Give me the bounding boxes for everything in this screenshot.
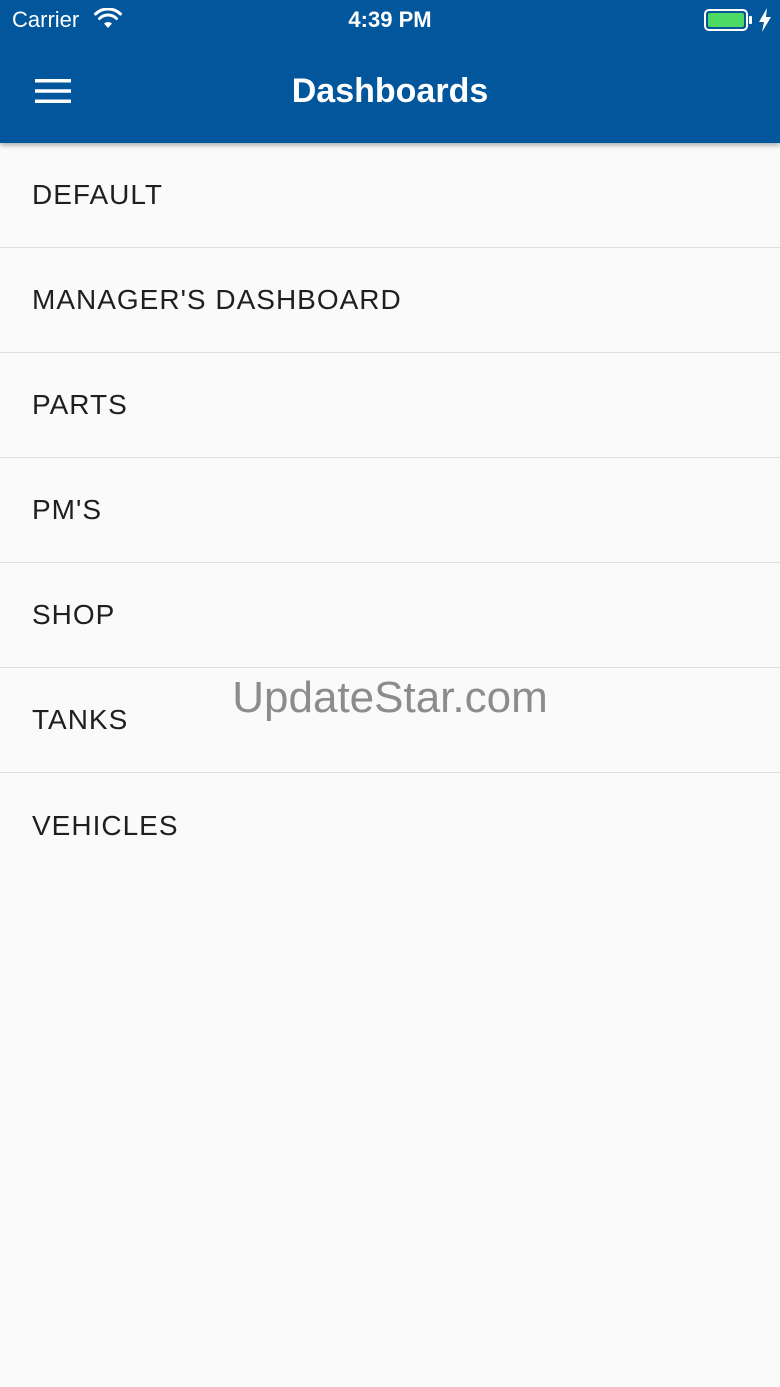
battery-full-icon xyxy=(704,9,752,31)
dashboard-item-parts[interactable]: PARTS xyxy=(0,353,780,458)
dashboard-item-managers-dashboard[interactable]: MANAGER'S DASHBOARD xyxy=(0,248,780,353)
page-title: Dashboards xyxy=(291,72,489,110)
dashboard-list: DEFAULT MANAGER'S DASHBOARD PARTS PM'S S… xyxy=(0,143,780,878)
navigation-bar: Dashboards xyxy=(0,40,780,143)
charging-bolt-icon xyxy=(759,8,771,32)
dashboard-item-pms[interactable]: PM'S xyxy=(0,458,780,563)
app-header: Carrier 4:39 PM Dashboards xyxy=(0,0,780,143)
dashboard-item-shop[interactable]: SHOP xyxy=(0,563,780,668)
dashboard-item-default[interactable]: DEFAULT xyxy=(0,143,780,248)
status-time: 4:39 PM xyxy=(348,7,432,32)
status-bar: Carrier 4:39 PM xyxy=(0,0,780,40)
dashboard-item-vehicles[interactable]: VEHICLES xyxy=(0,773,780,878)
dashboard-item-tanks[interactable]: TANKS xyxy=(0,668,780,773)
